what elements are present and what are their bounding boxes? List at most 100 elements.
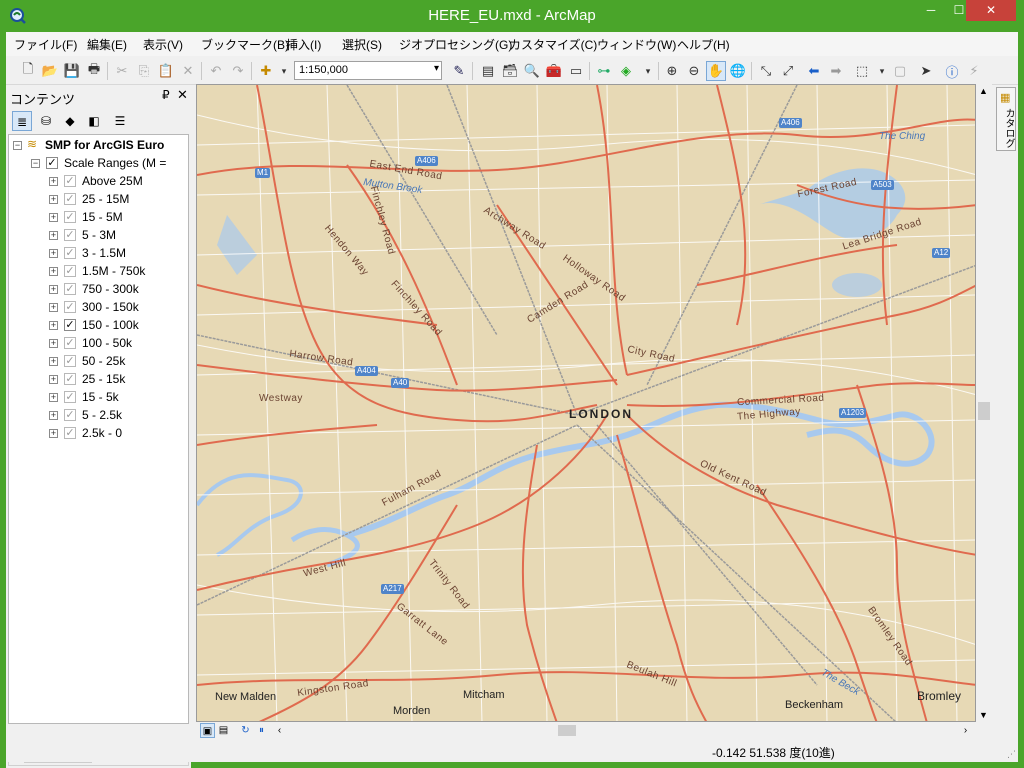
expand-icon[interactable]: +	[49, 429, 58, 438]
group-visibility-checkbox[interactable]: ✓	[46, 157, 58, 169]
select-features-icon[interactable]: ⬚	[852, 61, 872, 81]
list-by-source-icon[interactable]: ⛁	[36, 111, 56, 131]
expand-icon[interactable]: +	[49, 195, 58, 204]
expand-icon[interactable]: +	[49, 411, 58, 420]
map-view[interactable]: East End Road Mutton Brook Finchley Road…	[196, 84, 976, 722]
identify-info-icon[interactable]: ⓘ	[942, 61, 962, 81]
menu-file[interactable]: ファイル(F)	[14, 36, 77, 53]
layer-node[interactable]: + ✓ 25 - 15M	[9, 191, 188, 209]
expand-icon[interactable]: +	[49, 339, 58, 348]
open-folder-icon[interactable]: 📂	[40, 61, 60, 81]
expand-icon[interactable]: +	[49, 285, 58, 294]
pan-hand-icon[interactable]: ✋	[706, 61, 726, 81]
select-dropdown-icon[interactable]: ▾	[872, 61, 892, 81]
menu-help[interactable]: ヘルプ(H)	[677, 36, 730, 53]
resize-grip-icon[interactable]: ⋰	[1007, 749, 1016, 760]
layer-visibility-checkbox[interactable]: ✓	[64, 337, 76, 349]
list-by-visibility-icon[interactable]: ◆	[60, 111, 80, 131]
auto-hide-pin-icon[interactable]: ₽	[162, 88, 170, 102]
undo-icon[interactable]: ↶	[206, 61, 226, 81]
hyperlink-bolt-icon[interactable]: ⚡	[964, 61, 984, 81]
cut-icon[interactable]: ✂	[112, 61, 132, 81]
editor-toolbar-icon[interactable]: ✎	[449, 61, 469, 81]
zoom-out-icon[interactable]: ⊖	[684, 61, 704, 81]
fixed-zoom-out-icon[interactable]: ⤢	[778, 61, 798, 81]
catalog-side-tab[interactable]: ▦ カタログ	[996, 87, 1016, 151]
layer-visibility-checkbox[interactable]: ✓	[64, 229, 76, 241]
layer-visibility-checkbox[interactable]: ✓	[64, 265, 76, 277]
layer-node[interactable]: + ✓ 3 - 1.5M	[9, 245, 188, 263]
layer-visibility-checkbox[interactable]: ✓	[64, 373, 76, 385]
layer-node[interactable]: + ✓ 1.5M - 750k	[9, 263, 188, 281]
scroll-up-icon[interactable]: ▲	[979, 86, 988, 96]
layer-visibility-checkbox[interactable]: ✓	[64, 301, 76, 313]
layout-view-icon[interactable]: ▤	[216, 723, 231, 738]
menu-geoprocessing[interactable]: ジオプロセシング(G)	[399, 36, 512, 53]
back-arrow-icon[interactable]: ⬅	[804, 61, 824, 81]
layer-visibility-checkbox[interactable]: ✓	[64, 283, 76, 295]
print-icon[interactable]: 🖶	[84, 61, 104, 81]
layer-visibility-checkbox[interactable]: ✓	[64, 409, 76, 421]
toc-close-icon[interactable]: ✕	[177, 87, 188, 103]
delete-icon[interactable]: ✕	[178, 61, 198, 81]
chevron-down-icon[interactable]: ▾	[434, 63, 439, 74]
layer-node[interactable]: + ✓ 750 - 300k	[9, 281, 188, 299]
redo-icon[interactable]: ↷	[228, 61, 248, 81]
menu-insert[interactable]: 挿入(I)	[286, 36, 321, 53]
scroll-thumb[interactable]	[558, 725, 576, 736]
layer-visibility-checkbox[interactable]: ✓	[64, 355, 76, 367]
map-scale-combobox[interactable]: 1:150,000 ▾	[294, 61, 442, 80]
menu-edit[interactable]: 編集(E)	[87, 36, 127, 53]
menu-bookmarks[interactable]: ブックマーク(B)	[201, 36, 289, 53]
full-extent-globe-icon[interactable]: 🌐	[728, 61, 748, 81]
fixed-zoom-in-icon[interactable]: ⤡	[756, 61, 776, 81]
expand-icon[interactable]: +	[49, 357, 58, 366]
layer-node[interactable]: + ✓ 15 - 5k	[9, 389, 188, 407]
expand-icon[interactable]: +	[49, 177, 58, 186]
scroll-down-icon[interactable]: ▼	[979, 710, 988, 720]
layer-visibility-checkbox[interactable]: ✓	[64, 175, 76, 187]
pause-drawing-icon[interactable]: ⏸	[254, 723, 269, 738]
expand-icon[interactable]: +	[49, 267, 58, 276]
layer-visibility-checkbox[interactable]: ✓	[64, 319, 76, 331]
group-layer-node[interactable]: − ✓ Scale Ranges (M =	[9, 155, 188, 173]
data-view-icon[interactable]: ▣	[200, 723, 215, 738]
list-by-selection-icon[interactable]: ◧	[84, 111, 104, 131]
expand-icon[interactable]: +	[49, 231, 58, 240]
zoom-in-icon[interactable]: ⊕	[662, 61, 682, 81]
title-bar[interactable]: HERE_EU.mxd - ArcMap ─ ☐ ✕	[0, 0, 1024, 32]
python-window-icon[interactable]: ▭	[566, 61, 586, 81]
search-window-icon[interactable]: 🔍	[522, 61, 542, 81]
menu-windows[interactable]: ウィンドウ(W)	[597, 36, 676, 53]
layer-node[interactable]: + ✓ 5 - 2.5k	[9, 407, 188, 425]
layer-visibility-checkbox[interactable]: ✓	[64, 247, 76, 259]
forward-arrow-icon[interactable]: ➡	[826, 61, 846, 81]
data-frame-node[interactable]: − ≋ SMP for ArcGIS Euro	[9, 137, 188, 155]
copy-icon[interactable]: ⎘	[134, 61, 154, 81]
layer-node[interactable]: + ✓ 300 - 150k	[9, 299, 188, 317]
layer-node[interactable]: + ✓ 2.5k - 0	[9, 425, 188, 443]
expand-icon[interactable]: +	[49, 393, 58, 402]
list-by-drawing-order-icon[interactable]: ≣	[12, 111, 32, 131]
modelbuilder-icon[interactable]: ⊶	[594, 61, 614, 81]
scroll-thumb[interactable]	[978, 402, 990, 420]
layer-visibility-checkbox[interactable]: ✓	[64, 193, 76, 205]
layer-node[interactable]: + ✓ 100 - 50k	[9, 335, 188, 353]
toolbar-overflow-icon[interactable]: ▾	[638, 61, 658, 81]
menu-view[interactable]: 表示(V)	[143, 36, 183, 53]
select-elements-arrow-icon[interactable]: ➤	[916, 61, 936, 81]
scroll-left-icon[interactable]: ‹	[272, 723, 287, 738]
expand-icon[interactable]: +	[49, 249, 58, 258]
menu-customize[interactable]: カスタマイズ(C)	[509, 36, 597, 53]
collapse-icon[interactable]: −	[13, 141, 22, 150]
layer-node[interactable]: + ✓ 25 - 15k	[9, 371, 188, 389]
add-data-dropdown-icon[interactable]: ▾	[274, 61, 294, 81]
catalog-window-icon[interactable]: 🗃	[500, 61, 520, 81]
minimize-button[interactable]: ─	[917, 0, 945, 21]
table-of-contents-icon[interactable]: ▤	[478, 61, 498, 81]
layer-node[interactable]: + ✓ Above 25M	[9, 173, 188, 191]
collapse-icon[interactable]: −	[31, 159, 40, 168]
layer-node[interactable]: + ✓ 50 - 25k	[9, 353, 188, 371]
expand-icon[interactable]: +	[49, 303, 58, 312]
add-data-icon[interactable]: ✚	[256, 61, 276, 81]
